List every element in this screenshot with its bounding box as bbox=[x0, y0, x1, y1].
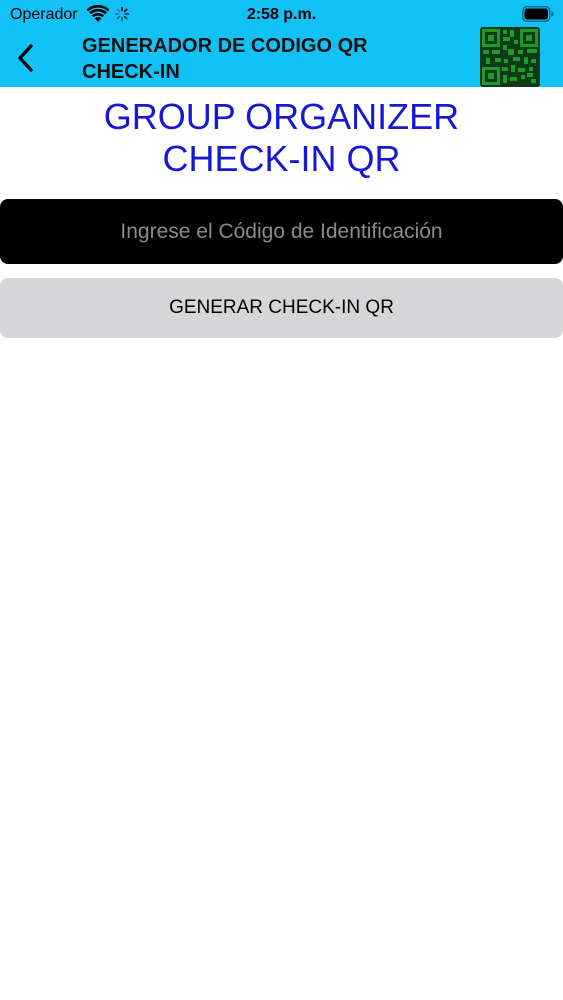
page-title: GROUP ORGANIZER CHECK-IN QR bbox=[0, 96, 563, 180]
nav-title-line-2: CHECK-IN bbox=[82, 61, 180, 83]
qr-code-button[interactable] bbox=[480, 27, 540, 87]
back-button[interactable] bbox=[10, 38, 42, 78]
chevron-left-icon bbox=[18, 44, 33, 72]
battery-icon bbox=[522, 6, 554, 22]
page-title-line-1: GROUP ORGANIZER bbox=[103, 96, 460, 137]
navigation-bar: GENERADOR DE CODIGO QR CHECK-IN bbox=[0, 27, 563, 87]
qr-code-icon bbox=[480, 27, 540, 87]
app-header: Operador 2:58 p.m. GENERADOR DE CODIGO Q… bbox=[0, 0, 563, 87]
page-title-line-2: CHECK-IN QR bbox=[162, 138, 401, 179]
identification-code-input[interactable] bbox=[0, 199, 563, 264]
status-time: 2:58 p.m. bbox=[246, 6, 317, 23]
status-bar: Operador 2:58 p.m. bbox=[0, 0, 563, 30]
nav-title: GENERADOR DE CODIGO QR CHECK-IN bbox=[82, 33, 462, 85]
nav-title-line-1: GENERADOR DE CODIGO QR bbox=[82, 35, 368, 57]
screen: Operador 2:58 p.m. GENERADOR DE CODIGO Q… bbox=[0, 0, 563, 1000]
generate-check-in-qr-button[interactable]: GENERAR CHECK-IN QR bbox=[0, 278, 563, 338]
